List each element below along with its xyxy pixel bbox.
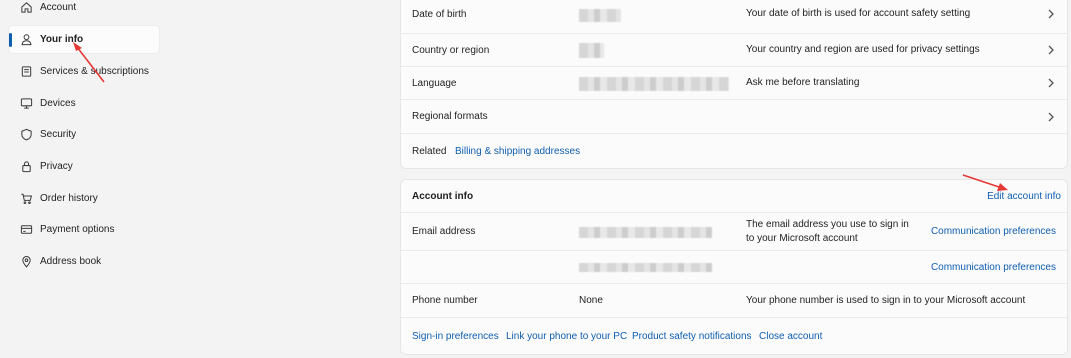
account-info-card: Account info Edit account info Email add… (400, 179, 1068, 355)
chevron-right-icon (1047, 78, 1055, 88)
communication-preferences-link[interactable]: Communication preferences (931, 226, 1056, 237)
redacted-value (579, 9, 621, 22)
card-icon (19, 223, 33, 237)
chevron-right-icon (1047, 112, 1055, 121)
date-of-birth-row[interactable]: Date of birth Your date of birth is used… (401, 0, 1067, 34)
regional-formats-row[interactable]: Regional formats (401, 100, 1067, 134)
row-description: Your date of birth is used for account s… (746, 8, 971, 19)
sidebar-item-label: Order history (40, 193, 98, 204)
link-phone-link[interactable]: Link your phone to your PC (506, 331, 627, 342)
sidebar-item-label: Account (40, 2, 77, 13)
email-desc-line1: The email address you use to sign in (746, 219, 909, 230)
sign-in-preferences-link[interactable]: Sign-in preferences (412, 331, 499, 342)
sidebar-item-label: Devices (40, 98, 76, 109)
redacted-value (579, 43, 604, 58)
sidebar-item-label: Address book (40, 256, 102, 267)
annotation-arrow (962, 174, 1008, 191)
row-label: Language (412, 77, 457, 89)
row-label: Regional formats (412, 111, 488, 122)
sidebar-item-address-book[interactable]: Address book (9, 248, 159, 275)
row-label: Date of birth (412, 8, 467, 20)
section-title: Account info (412, 190, 474, 202)
country-region-row[interactable]: Country or region Your country and regio… (401, 34, 1067, 67)
row-description: Your phone number is used to sign in to … (746, 294, 1026, 306)
row-description: Ask me before translating (746, 77, 860, 88)
active-indicator (9, 33, 12, 47)
sidebar-item-security[interactable]: Security (9, 121, 159, 148)
monitor-icon (19, 97, 33, 111)
sidebar-item-label: Payment options (40, 224, 115, 235)
account-footer-links: Sign-in preferences Link your phone to y… (401, 318, 1067, 354)
close-account-link[interactable]: Close account (759, 331, 822, 342)
phone-number-row: Phone number None Your phone number is u… (401, 284, 1067, 318)
email-address-row: Email address The email address you use … (401, 213, 1067, 251)
lock-icon (19, 160, 33, 174)
related-row: Related Billing & shipping addresses (401, 134, 1067, 169)
row-label: Country or region (412, 44, 490, 56)
sidebar-item-devices[interactable]: Devices (9, 90, 159, 117)
redacted-email (579, 227, 712, 238)
sidebar-item-privacy[interactable]: Privacy (9, 153, 159, 180)
person-icon (19, 33, 33, 47)
row-label: Phone number (412, 295, 478, 306)
sidebar-item-account[interactable]: Account (9, 0, 159, 21)
redacted-email (579, 263, 712, 272)
sidebar-item-order-history[interactable]: Order history (9, 185, 159, 212)
phone-value: None (579, 295, 603, 306)
product-safety-link[interactable]: Product safety notifications (632, 331, 752, 342)
secondary-email-row: Communication preferences (401, 251, 1067, 284)
chevron-right-icon (1047, 45, 1055, 55)
related-label: Related (412, 146, 447, 157)
sidebar-item-payment-options[interactable]: Payment options (9, 216, 159, 243)
shield-icon (19, 128, 33, 142)
row-description: The email address you use to sign in to … (746, 218, 909, 246)
profile-card: Date of birth Your date of birth is used… (400, 0, 1068, 169)
redacted-value (579, 77, 729, 91)
communication-preferences-link[interactable]: Communication preferences (931, 262, 1056, 273)
annotation-arrow (73, 42, 105, 83)
sidebar-item-label: Security (40, 129, 77, 140)
location-icon (19, 255, 33, 269)
row-description: Your country and region are used for pri… (746, 44, 980, 55)
sidebar-item-label: Privacy (40, 161, 73, 172)
email-desc-line2: to your Microsoft account (746, 233, 858, 244)
chevron-right-icon (1047, 9, 1055, 19)
list-icon (19, 65, 33, 79)
row-label: Email address (412, 226, 476, 237)
billing-shipping-link[interactable]: Billing & shipping addresses (455, 146, 580, 157)
cart-icon (19, 192, 33, 206)
language-row[interactable]: Language Ask me before translating (401, 67, 1067, 100)
home-icon (19, 1, 33, 15)
